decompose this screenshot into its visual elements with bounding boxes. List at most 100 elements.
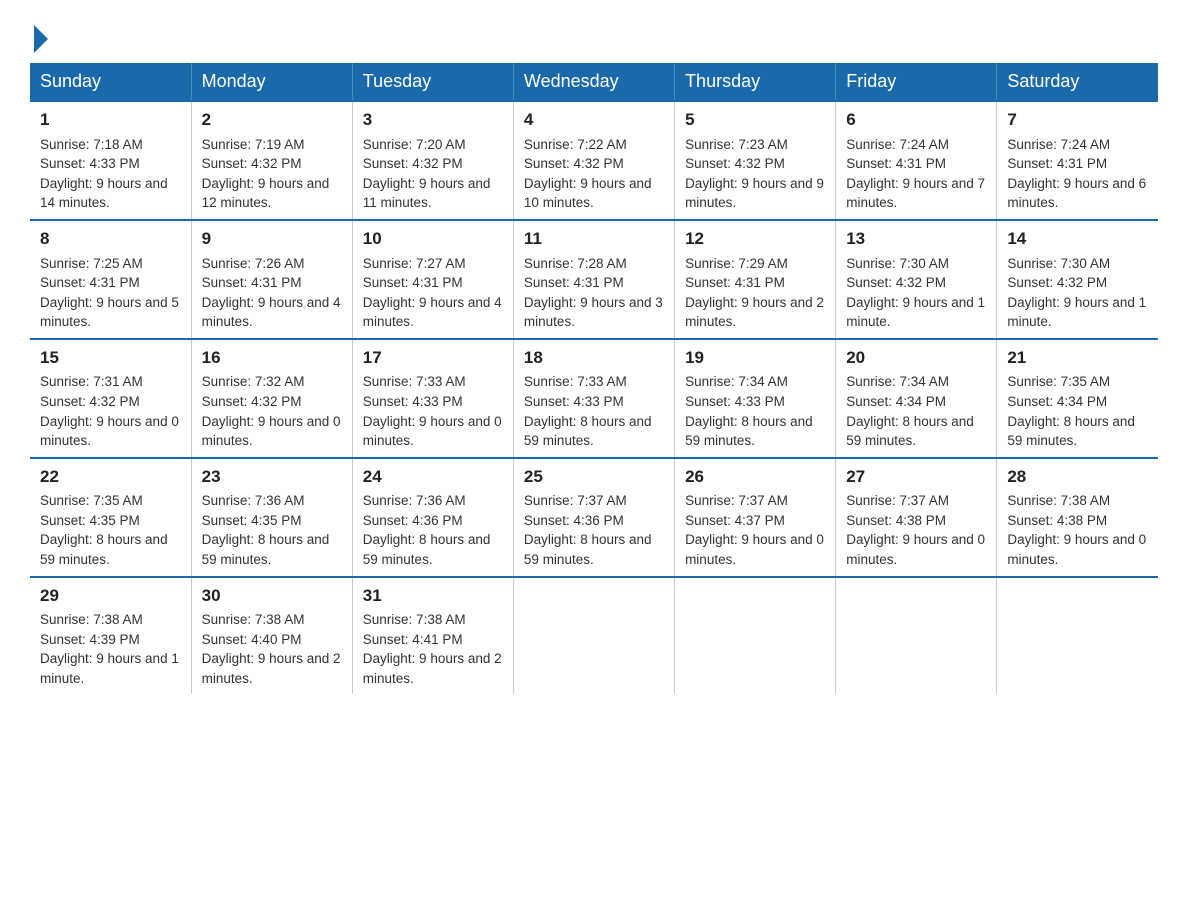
day-number: 14 <box>1007 227 1148 252</box>
calendar-day-cell: 8 Sunrise: 7:25 AMSunset: 4:31 PMDaylight… <box>30 220 191 339</box>
day-number: 25 <box>524 465 664 490</box>
day-number: 21 <box>1007 346 1148 371</box>
day-info: Sunrise: 7:38 AMSunset: 4:38 PMDaylight:… <box>1007 493 1146 567</box>
day-number: 31 <box>363 584 503 609</box>
day-number: 8 <box>40 227 181 252</box>
calendar-day-cell: 15 Sunrise: 7:31 AMSunset: 4:32 PMDayligh… <box>30 339 191 458</box>
day-info: Sunrise: 7:34 AMSunset: 4:34 PMDaylight:… <box>846 374 974 448</box>
calendar-week-row: 22 Sunrise: 7:35 AMSunset: 4:35 PMDayligh… <box>30 458 1158 577</box>
calendar-day-cell: 3 Sunrise: 7:20 AMSunset: 4:32 PMDaylight… <box>352 101 513 220</box>
calendar-day-cell: 9 Sunrise: 7:26 AMSunset: 4:31 PMDaylight… <box>191 220 352 339</box>
day-number: 27 <box>846 465 986 490</box>
weekday-header-thursday: Thursday <box>675 63 836 101</box>
calendar-day-cell: 30 Sunrise: 7:38 AMSunset: 4:40 PMDayligh… <box>191 577 352 695</box>
day-info: Sunrise: 7:37 AMSunset: 4:36 PMDaylight:… <box>524 493 652 567</box>
day-number: 23 <box>202 465 342 490</box>
day-number: 29 <box>40 584 181 609</box>
day-info: Sunrise: 7:28 AMSunset: 4:31 PMDaylight:… <box>524 256 663 330</box>
calendar-table: SundayMondayTuesdayWednesdayThursdayFrid… <box>30 63 1158 694</box>
weekday-header-friday: Friday <box>836 63 997 101</box>
weekday-header-monday: Monday <box>191 63 352 101</box>
day-number: 10 <box>363 227 503 252</box>
calendar-day-cell <box>513 577 674 695</box>
day-number: 9 <box>202 227 342 252</box>
day-info: Sunrise: 7:33 AMSunset: 4:33 PMDaylight:… <box>524 374 652 448</box>
day-info: Sunrise: 7:36 AMSunset: 4:35 PMDaylight:… <box>202 493 330 567</box>
calendar-day-cell: 18 Sunrise: 7:33 AMSunset: 4:33 PMDayligh… <box>513 339 674 458</box>
calendar-day-cell: 31 Sunrise: 7:38 AMSunset: 4:41 PMDayligh… <box>352 577 513 695</box>
day-info: Sunrise: 7:30 AMSunset: 4:32 PMDaylight:… <box>1007 256 1146 330</box>
day-number: 11 <box>524 227 664 252</box>
day-info: Sunrise: 7:20 AMSunset: 4:32 PMDaylight:… <box>363 137 491 211</box>
day-info: Sunrise: 7:33 AMSunset: 4:33 PMDaylight:… <box>363 374 502 448</box>
day-number: 24 <box>363 465 503 490</box>
day-number: 17 <box>363 346 503 371</box>
day-info: Sunrise: 7:38 AMSunset: 4:41 PMDaylight:… <box>363 612 502 686</box>
calendar-week-row: 1 Sunrise: 7:18 AMSunset: 4:33 PMDaylight… <box>30 101 1158 220</box>
day-info: Sunrise: 7:24 AMSunset: 4:31 PMDaylight:… <box>846 137 985 211</box>
day-info: Sunrise: 7:35 AMSunset: 4:34 PMDaylight:… <box>1007 374 1135 448</box>
day-info: Sunrise: 7:38 AMSunset: 4:39 PMDaylight:… <box>40 612 179 686</box>
day-info: Sunrise: 7:35 AMSunset: 4:35 PMDaylight:… <box>40 493 168 567</box>
day-number: 30 <box>202 584 342 609</box>
calendar-day-cell: 17 Sunrise: 7:33 AMSunset: 4:33 PMDayligh… <box>352 339 513 458</box>
day-number: 2 <box>202 108 342 133</box>
calendar-day-cell: 6 Sunrise: 7:24 AMSunset: 4:31 PMDaylight… <box>836 101 997 220</box>
day-info: Sunrise: 7:24 AMSunset: 4:31 PMDaylight:… <box>1007 137 1146 211</box>
day-info: Sunrise: 7:29 AMSunset: 4:31 PMDaylight:… <box>685 256 824 330</box>
weekday-header-saturday: Saturday <box>997 63 1158 101</box>
calendar-day-cell: 7 Sunrise: 7:24 AMSunset: 4:31 PMDaylight… <box>997 101 1158 220</box>
day-info: Sunrise: 7:34 AMSunset: 4:33 PMDaylight:… <box>685 374 813 448</box>
day-number: 19 <box>685 346 825 371</box>
page-header <box>30 20 1158 53</box>
day-number: 3 <box>363 108 503 133</box>
day-number: 13 <box>846 227 986 252</box>
calendar-day-cell <box>836 577 997 695</box>
weekday-header-wednesday: Wednesday <box>513 63 674 101</box>
weekday-header-sunday: Sunday <box>30 63 191 101</box>
calendar-day-cell: 14 Sunrise: 7:30 AMSunset: 4:32 PMDayligh… <box>997 220 1158 339</box>
day-info: Sunrise: 7:38 AMSunset: 4:40 PMDaylight:… <box>202 612 341 686</box>
calendar-day-cell: 5Sunrise: 7:23 AMSunset: 4:32 PMDaylight… <box>675 101 836 220</box>
day-number: 6 <box>846 108 986 133</box>
calendar-day-cell <box>997 577 1158 695</box>
day-info: Sunrise: 7:37 AMSunset: 4:38 PMDaylight:… <box>846 493 985 567</box>
calendar-day-cell: 29 Sunrise: 7:38 AMSunset: 4:39 PMDayligh… <box>30 577 191 695</box>
day-info: Sunrise: 7:30 AMSunset: 4:32 PMDaylight:… <box>846 256 985 330</box>
calendar-day-cell: 28 Sunrise: 7:38 AMSunset: 4:38 PMDayligh… <box>997 458 1158 577</box>
calendar-day-cell: 26Sunrise: 7:37 AMSunset: 4:37 PMDayligh… <box>675 458 836 577</box>
day-number: 28 <box>1007 465 1148 490</box>
day-info: Sunrise: 7:37 AMSunset: 4:37 PMDaylight:… <box>685 493 824 567</box>
day-info: Sunrise: 7:31 AMSunset: 4:32 PMDaylight:… <box>40 374 179 448</box>
day-number: 15 <box>40 346 181 371</box>
day-info: Sunrise: 7:32 AMSunset: 4:32 PMDaylight:… <box>202 374 341 448</box>
calendar-day-cell: 25 Sunrise: 7:37 AMSunset: 4:36 PMDayligh… <box>513 458 674 577</box>
day-number: 22 <box>40 465 181 490</box>
calendar-day-cell: 20 Sunrise: 7:34 AMSunset: 4:34 PMDayligh… <box>836 339 997 458</box>
calendar-day-cell: 10 Sunrise: 7:27 AMSunset: 4:31 PMDayligh… <box>352 220 513 339</box>
calendar-day-cell: 16 Sunrise: 7:32 AMSunset: 4:32 PMDayligh… <box>191 339 352 458</box>
day-info: Sunrise: 7:18 AMSunset: 4:33 PMDaylight:… <box>40 137 168 211</box>
calendar-day-cell: 1 Sunrise: 7:18 AMSunset: 4:33 PMDaylight… <box>30 101 191 220</box>
calendar-day-cell: 2 Sunrise: 7:19 AMSunset: 4:32 PMDaylight… <box>191 101 352 220</box>
day-info: Sunrise: 7:26 AMSunset: 4:31 PMDaylight:… <box>202 256 341 330</box>
calendar-day-cell: 4Sunrise: 7:22 AMSunset: 4:32 PMDaylight… <box>513 101 674 220</box>
calendar-day-cell: 21 Sunrise: 7:35 AMSunset: 4:34 PMDayligh… <box>997 339 1158 458</box>
day-number: 20 <box>846 346 986 371</box>
weekday-header-row: SundayMondayTuesdayWednesdayThursdayFrid… <box>30 63 1158 101</box>
day-number: 16 <box>202 346 342 371</box>
day-number: 18 <box>524 346 664 371</box>
logo-triangle-icon <box>34 25 48 53</box>
calendar-day-cell: 12 Sunrise: 7:29 AMSunset: 4:31 PMDayligh… <box>675 220 836 339</box>
weekday-header-tuesday: Tuesday <box>352 63 513 101</box>
day-info: Sunrise: 7:22 AMSunset: 4:32 PMDaylight:… <box>524 137 652 211</box>
day-info: Sunrise: 7:25 AMSunset: 4:31 PMDaylight:… <box>40 256 179 330</box>
day-info: Sunrise: 7:19 AMSunset: 4:32 PMDaylight:… <box>202 137 330 211</box>
day-number: 1 <box>40 108 181 133</box>
day-number: 12 <box>685 227 825 252</box>
calendar-week-row: 15 Sunrise: 7:31 AMSunset: 4:32 PMDayligh… <box>30 339 1158 458</box>
day-info: Sunrise: 7:27 AMSunset: 4:31 PMDaylight:… <box>363 256 502 330</box>
calendar-day-cell: 24Sunrise: 7:36 AMSunset: 4:36 PMDayligh… <box>352 458 513 577</box>
calendar-day-cell: 19 Sunrise: 7:34 AMSunset: 4:33 PMDayligh… <box>675 339 836 458</box>
day-number: 7 <box>1007 108 1148 133</box>
